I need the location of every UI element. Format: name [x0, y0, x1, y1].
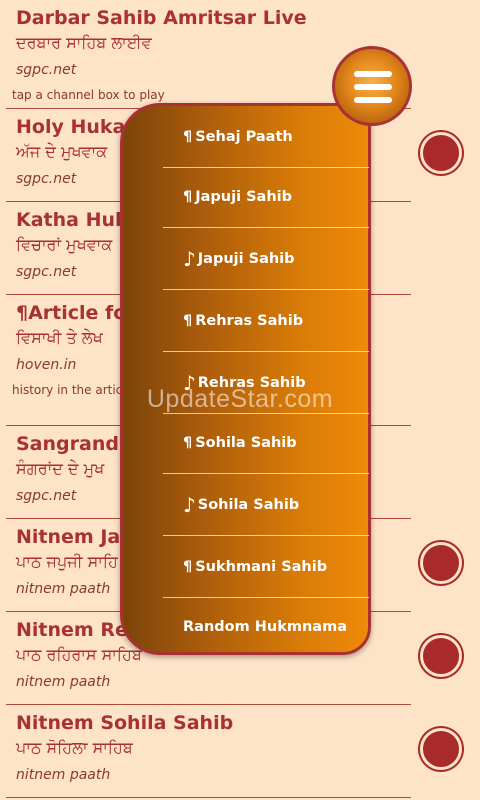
channel-source: nitnem paath: [16, 767, 111, 783]
music-note-icon: ♪: [183, 246, 196, 271]
menu-item-sohila-sahib-audio[interactable]: ♪ Sohila Sahib: [163, 474, 369, 536]
menu-item-sukhmani-sahib[interactable]: ¶ Sukhmani Sahib: [163, 536, 369, 598]
paragraph-icon: ¶: [183, 312, 193, 329]
hamburger-menu-button[interactable]: [332, 46, 412, 126]
channel-title: Darbar Sahib Amritsar Live: [16, 7, 307, 29]
menu-item-label: Sohila Sahib: [197, 496, 300, 513]
menu-item-label: Sohila Sahib: [195, 434, 297, 451]
paragraph-icon: ¶: [183, 434, 193, 451]
channel-item-nitnem-sohila[interactable]: Nitnem Sohila Sahib ਪਾਠ ਸੋਹਿਲਾ ਸਾਹਿਬ nit…: [6, 705, 411, 798]
menu-item-label: Japuji Sahib: [197, 250, 295, 267]
menu-item-label: Sehaj Paath: [195, 128, 293, 145]
paragraph-icon: ¶: [183, 558, 193, 575]
quick-menu-panel: ¶ Sehaj Paath ¶ Japuji Sahib ♪ Japuji Sa…: [120, 103, 371, 655]
menu-item-label: Japuji Sahib: [195, 188, 293, 205]
play-button-holy-hukam[interactable]: [420, 132, 462, 174]
menu-item-sohila-sahib-text[interactable]: ¶ Sohila Sahib: [163, 412, 369, 474]
paragraph-icon: ¶: [183, 128, 193, 145]
channel-source: nitnem paath: [16, 674, 111, 690]
play-button-nitnem-japuji[interactable]: [420, 542, 462, 584]
menu-item-japuji-sahib-text[interactable]: ¶ Japuji Sahib: [163, 166, 369, 228]
menu-item-sehaj-paath[interactable]: ¶ Sehaj Paath: [163, 106, 369, 168]
play-button-nitnem-sohila[interactable]: [420, 728, 462, 770]
menu-item-label: Random Hukmnama: [183, 619, 347, 635]
menu-item-label: Rehras Sahib: [195, 312, 304, 329]
menu-item-random-hukmnama[interactable]: Random Hukmnama: [163, 596, 369, 658]
watermark: UpdateStar.com: [146, 385, 334, 413]
menu-item-japuji-sahib-audio[interactable]: ♪ Japuji Sahib: [163, 228, 369, 290]
paragraph-icon: ¶: [183, 188, 193, 205]
menu-item-rehras-sahib-text[interactable]: ¶ Rehras Sahib: [163, 290, 369, 352]
channel-punjabi-title: ਪਾਠ ਸੋਹਿਲਾ ਸਾਹਿਬ: [16, 738, 133, 757]
music-note-icon: ♪: [183, 492, 196, 517]
menu-item-label: Sukhmani Sahib: [195, 558, 328, 575]
play-button-nitnem-rehras[interactable]: [420, 635, 462, 677]
channel-title: Nitnem Sohila Sahib: [16, 712, 234, 734]
